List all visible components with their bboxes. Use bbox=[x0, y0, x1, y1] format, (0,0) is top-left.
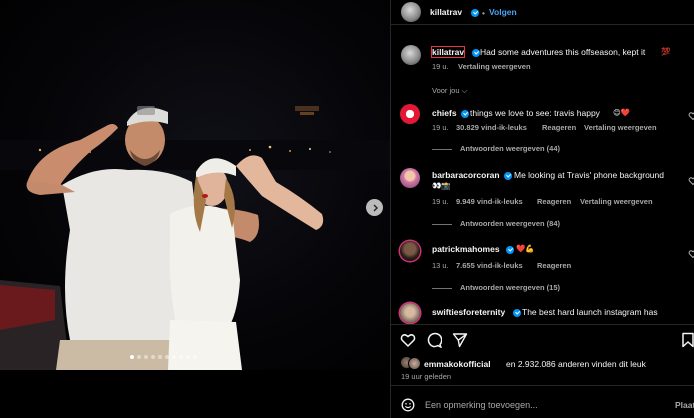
comment-username[interactable]: swiftiesforeternity bbox=[432, 307, 505, 317]
heart-icon[interactable] bbox=[688, 111, 694, 121]
chevron-down-icon: ⌵ bbox=[461, 86, 468, 95]
carousel-dot bbox=[144, 355, 148, 359]
comment-text: Me looking at Travis' phone background bbox=[514, 170, 664, 180]
liker-username[interactable]: emmakokofficial bbox=[424, 359, 491, 369]
post-time: 19 uur geleden bbox=[401, 372, 452, 381]
caption-text: Had some adventures this offseason, kept… bbox=[480, 47, 646, 57]
heart-icon[interactable] bbox=[400, 332, 416, 348]
comment-username[interactable]: patrickmahomes bbox=[432, 244, 500, 254]
author-username[interactable]: killatrav bbox=[430, 7, 462, 17]
carousel-dot bbox=[130, 355, 134, 359]
carousel-indicator bbox=[130, 355, 197, 359]
verified-badge-icon bbox=[470, 47, 480, 57]
view-replies-button[interactable]: Antwoorden weergeven (44) bbox=[432, 144, 560, 153]
caption-username[interactable]: killatrav bbox=[430, 46, 466, 58]
post-side-panel: killatrav • Volgen killatrav Had some ad… bbox=[390, 0, 694, 418]
photo-bottom-area bbox=[0, 370, 390, 418]
caption-translate-link[interactable]: Vertaling weergeven bbox=[458, 62, 531, 71]
comment-divider bbox=[391, 385, 694, 386]
comment-emoji: 😊❤️ bbox=[613, 108, 631, 117]
carousel-dot bbox=[186, 355, 190, 359]
verified-badge-icon bbox=[511, 307, 521, 317]
comment-translate-link[interactable]: Vertaling weergeven bbox=[580, 197, 653, 206]
view-replies-button[interactable]: Antwoorden weergeven (84) bbox=[432, 219, 560, 228]
comment-avatar-barbaracorcoran[interactable] bbox=[400, 168, 420, 188]
carousel-dot bbox=[137, 355, 141, 359]
author-avatar[interactable] bbox=[401, 2, 421, 22]
verified-badge-icon bbox=[504, 244, 514, 254]
comment-username[interactable]: barbaracorcoran bbox=[432, 170, 500, 180]
emoji-icon[interactable] bbox=[401, 398, 415, 412]
next-media-button[interactable] bbox=[366, 199, 383, 216]
carousel-dot bbox=[165, 355, 169, 359]
comment-reply-button[interactable]: Reageren bbox=[542, 123, 576, 132]
comment-likes[interactable]: 9.949 vind-ik-leuks bbox=[456, 197, 523, 206]
comment-text: The best hard launch instagram has bbox=[522, 307, 658, 317]
post-comment-button[interactable]: Plaatsen bbox=[675, 400, 694, 410]
carousel-dot bbox=[193, 355, 197, 359]
comment-time: 13 u. bbox=[432, 261, 449, 270]
caption-emoji: 💯 bbox=[661, 47, 671, 56]
comment-translate-link[interactable]: Vertaling weergeven bbox=[584, 123, 657, 132]
comment-avatar-chiefs[interactable] bbox=[400, 104, 420, 124]
comment-avatar-swiftiesforeternity[interactable] bbox=[400, 303, 420, 323]
verified-badge-icon bbox=[459, 108, 469, 118]
likes-count-text[interactable]: en 2.932.086 anderen vinden dit leuk bbox=[506, 359, 646, 369]
caption-avatar[interactable] bbox=[401, 45, 421, 65]
post-photo[interactable] bbox=[0, 0, 390, 370]
carousel-dot bbox=[179, 355, 183, 359]
chevron-right-icon bbox=[373, 204, 378, 211]
comment-username[interactable]: chiefs bbox=[432, 108, 457, 118]
carousel-dot bbox=[172, 355, 176, 359]
verified-badge-icon bbox=[469, 7, 479, 17]
post-header: killatrav • Volgen bbox=[391, 0, 694, 25]
view-replies-button[interactable]: Antwoorden weergeven (15) bbox=[432, 283, 560, 292]
heart-icon[interactable] bbox=[688, 249, 694, 259]
caption-time: 19 u. bbox=[432, 62, 449, 71]
comment-reply-button[interactable]: Reageren bbox=[537, 197, 571, 206]
carousel-dot bbox=[151, 355, 155, 359]
separator-dot: • bbox=[482, 8, 485, 18]
comment-icon[interactable] bbox=[426, 332, 442, 348]
comment-likes[interactable]: 30.829 vind-ik-leuks bbox=[456, 123, 527, 132]
share-icon[interactable] bbox=[452, 332, 468, 348]
verified-badge-icon bbox=[502, 170, 512, 180]
comment-time: 19 u. bbox=[432, 123, 449, 132]
post-media-panel bbox=[0, 0, 390, 418]
carousel-dot bbox=[158, 355, 162, 359]
for-you-filter[interactable]: Voor jou ⌵ bbox=[432, 86, 467, 96]
heart-icon[interactable] bbox=[688, 176, 694, 186]
liker-avatar[interactable] bbox=[408, 357, 421, 370]
follow-button[interactable]: Volgen bbox=[489, 7, 517, 17]
comment-emoji: ❤️💪 bbox=[516, 244, 535, 253]
comment-input[interactable] bbox=[425, 398, 645, 412]
bookmark-icon[interactable] bbox=[681, 332, 694, 348]
comment-reply-button[interactable]: Reageren bbox=[537, 261, 571, 270]
comment-avatar-patrickmahomes[interactable] bbox=[400, 241, 420, 261]
comment-text: things we love to see: travis happy bbox=[470, 108, 600, 118]
photo-illustration bbox=[0, 106, 390, 370]
comment-emoji: 👀📸 bbox=[432, 181, 451, 190]
comment-time: 19 u. bbox=[432, 197, 449, 206]
comment-likes[interactable]: 7.655 vind-ik-leuks bbox=[456, 261, 523, 270]
post-footer: emmakokofficial en 2.932.086 anderen vin… bbox=[391, 325, 694, 418]
